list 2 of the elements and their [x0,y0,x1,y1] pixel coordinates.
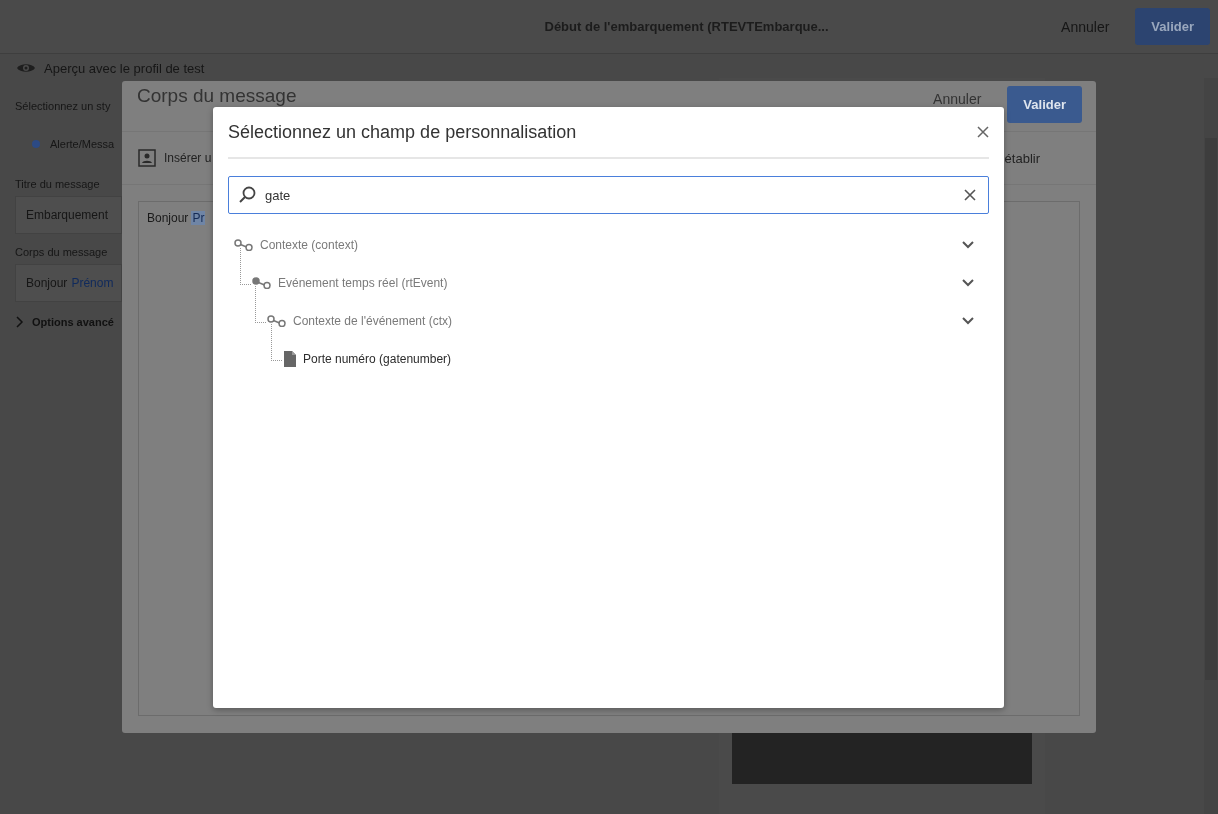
dialog-title: Sélectionnez un champ de personnalisation [228,121,577,143]
dialog-title: Corps du message [137,85,298,107]
